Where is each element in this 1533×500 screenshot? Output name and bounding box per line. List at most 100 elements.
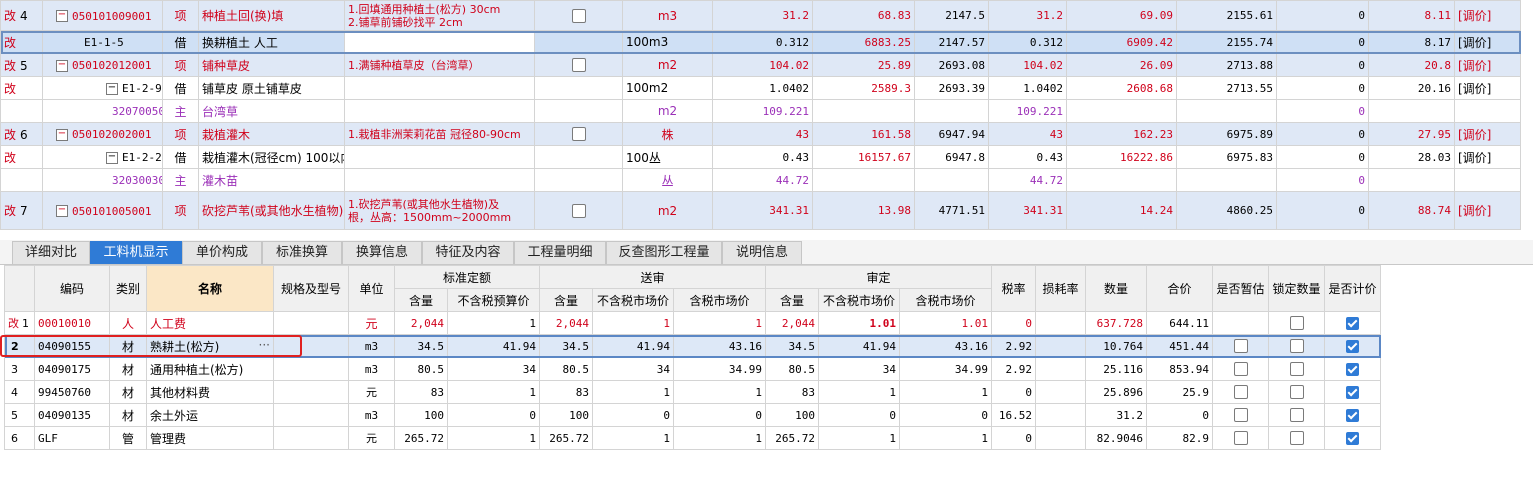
row-name[interactable]: 铺草皮 原土铺草皮 xyxy=(198,76,345,100)
send-content[interactable]: 265.72 xyxy=(539,426,593,450)
row-adjust-link[interactable]: [调价] xyxy=(1454,30,1521,54)
checkbox-est[interactable] xyxy=(1233,362,1248,377)
cell-price[interactable] xyxy=(1324,403,1381,427)
std-content[interactable]: 34.5 xyxy=(394,334,448,358)
std-content[interactable]: 83 xyxy=(394,380,448,404)
std-content[interactable]: 265.72 xyxy=(394,426,448,450)
audit-notax-market[interactable]: 1 xyxy=(818,380,900,404)
std-content[interactable]: 80.5 xyxy=(394,357,448,381)
audit-notax-market[interactable]: 0 xyxy=(818,403,900,427)
cell-lock[interactable] xyxy=(1268,357,1325,381)
audit-content[interactable]: 265.72 xyxy=(765,426,819,450)
tab-features-content[interactable]: 特征及内容 xyxy=(422,241,514,264)
material-name[interactable]: 管理费 xyxy=(146,426,274,450)
collapse-toggle-icon[interactable]: − xyxy=(106,82,118,95)
audit-tax-market[interactable]: 0 xyxy=(899,403,992,427)
header-lock-quantity[interactable]: 锁定数量 xyxy=(1268,265,1325,312)
audit-tax-market[interactable]: 1.01 xyxy=(899,311,992,335)
row-adjust-link[interactable]: [调价] xyxy=(1454,53,1521,77)
row-checkbox[interactable] xyxy=(571,127,586,142)
header-std-content[interactable]: 含量 xyxy=(394,288,448,312)
cell-est[interactable] xyxy=(1212,334,1269,358)
audit-tax-market[interactable]: 1 xyxy=(899,380,992,404)
material-row[interactable]: 3 04090175 材通用种植土(松方) m3 80.5 34 80.5 34 34.99 80… xyxy=(4,357,1381,381)
row-name[interactable]: 台湾草 xyxy=(198,99,345,123)
tab-reverse-graphic-quantity[interactable]: 反查图形工程量 xyxy=(606,241,722,264)
checkbox-lock[interactable] xyxy=(1289,408,1304,423)
upper-row[interactable]: 改 4−050101009001 项种植土回(换)填 1.回填通用种植土(松方) 30… xyxy=(0,0,1521,31)
row-feature[interactable] xyxy=(344,168,535,192)
collapse-toggle-icon[interactable]: − xyxy=(56,10,68,22)
material-row[interactable]: 改 1 00010010 人人工费元 2,044 1 2,044 1 1 2,044 1.01 1.0… xyxy=(4,311,1381,335)
cell-lock[interactable] xyxy=(1268,334,1325,358)
row-code[interactable]: −E1-2-20 xyxy=(42,145,163,169)
row-code[interactable]: −050102012001 xyxy=(42,53,163,77)
row-name[interactable]: 灌木苗 xyxy=(198,168,345,192)
material-spec[interactable] xyxy=(273,426,349,450)
header-audit-tax-market[interactable]: 含税市场价 xyxy=(899,288,992,312)
tax-rate[interactable]: 16.52 xyxy=(991,403,1036,427)
send-tax-market[interactable]: 43.16 xyxy=(673,334,766,358)
row-adjust-link[interactable]: [调价] xyxy=(1454,145,1521,169)
material-name[interactable]: 余土外运 xyxy=(146,403,274,427)
loss-rate[interactable] xyxy=(1035,403,1086,427)
send-tax-market[interactable]: 1 xyxy=(673,311,766,335)
tax-rate[interactable]: 0 xyxy=(991,426,1036,450)
send-tax-market[interactable]: 0 xyxy=(673,403,766,427)
material-name[interactable]: 其他材料费 xyxy=(146,380,274,404)
material-row[interactable]: 6 GLF 管管理费元 265.72 1 265.72 1 1 265.72 1 1 0 82.9046… xyxy=(4,426,1381,450)
loss-rate[interactable] xyxy=(1035,311,1086,335)
cell-price[interactable] xyxy=(1324,380,1381,404)
tab-conversion-info[interactable]: 换算信息 xyxy=(342,241,422,264)
header-std-notax-budget[interactable]: 不含税预算价 xyxy=(447,288,540,312)
row-code[interactable]: E1-1-5 xyxy=(42,30,163,54)
row-feature[interactable] xyxy=(344,30,535,54)
cell-est[interactable] xyxy=(1212,311,1269,335)
upper-row[interactable]: 改 E1-1-5 借换耕植土 人工 100m3 0.312 6883.25 2147.57 0… xyxy=(0,30,1521,54)
material-spec[interactable] xyxy=(273,357,349,381)
send-content[interactable]: 2,044 xyxy=(539,311,593,335)
send-notax-market[interactable]: 1 xyxy=(592,311,674,335)
header-total-price[interactable]: 合价 xyxy=(1146,265,1213,312)
material-code[interactable]: 99450760 xyxy=(34,380,110,404)
cell-price[interactable] xyxy=(1324,426,1381,450)
loss-rate[interactable] xyxy=(1035,380,1086,404)
std-notax-budget[interactable]: 1 xyxy=(447,426,540,450)
send-notax-market[interactable]: 34 xyxy=(592,357,674,381)
row-name[interactable]: 栽植灌木(冠径cm) 100以内 xyxy=(198,145,345,169)
row-check-cell[interactable] xyxy=(534,30,623,54)
send-notax-market[interactable]: 41.94 xyxy=(592,334,674,358)
tax-rate[interactable]: 2.92 xyxy=(991,357,1036,381)
row-check-cell[interactable] xyxy=(534,0,623,31)
send-notax-market[interactable]: 1 xyxy=(592,380,674,404)
row-check-cell[interactable] xyxy=(534,99,623,123)
upper-row[interactable]: 改−E1-2-20借栽植灌木(冠径cm) 100以内100丛0.4316157.… xyxy=(0,145,1521,169)
header-loss-rate[interactable]: 损耗率 xyxy=(1035,265,1086,312)
header-tax-rate[interactable]: 税率 xyxy=(991,265,1036,312)
checked-checkbox-price[interactable] xyxy=(1346,432,1359,445)
collapse-toggle-icon[interactable]: − xyxy=(106,151,118,164)
std-notax-budget[interactable]: 41.94 xyxy=(447,334,540,358)
row-adjust-link[interactable]: [调价] xyxy=(1454,76,1521,100)
row-adjust-link[interactable] xyxy=(1454,99,1521,123)
row-code[interactable]: −E1-2-96 xyxy=(42,76,163,100)
row-name[interactable]: 铺种草皮 xyxy=(198,53,345,77)
material-row[interactable]: 4 99450760 材其他材料费元 83 1 83 1 1 83 1 1 0 25.896 25.9 xyxy=(4,380,1381,404)
cell-est[interactable] xyxy=(1212,426,1269,450)
std-notax-budget[interactable]: 34 xyxy=(447,357,540,381)
audit-tax-market[interactable]: 34.99 xyxy=(899,357,992,381)
cell-lock[interactable] xyxy=(1268,403,1325,427)
checkbox-lock[interactable] xyxy=(1289,362,1304,377)
checkbox-est[interactable] xyxy=(1233,431,1248,446)
checked-checkbox-price[interactable] xyxy=(1346,340,1359,353)
header-audit-notax-market[interactable]: 不含税市场价 xyxy=(818,288,900,312)
checked-checkbox-price[interactable] xyxy=(1346,317,1359,330)
send-tax-market[interactable]: 1 xyxy=(673,380,766,404)
cell-price[interactable] xyxy=(1324,311,1381,335)
loss-rate[interactable] xyxy=(1035,357,1086,381)
tab-labor-material-machine[interactable]: 工料机显示 xyxy=(90,241,182,264)
material-name[interactable]: 人工费 xyxy=(146,311,274,335)
collapse-toggle-icon[interactable]: − xyxy=(56,59,68,72)
row-check-cell[interactable] xyxy=(534,122,623,146)
tax-rate[interactable]: 0 xyxy=(991,380,1036,404)
